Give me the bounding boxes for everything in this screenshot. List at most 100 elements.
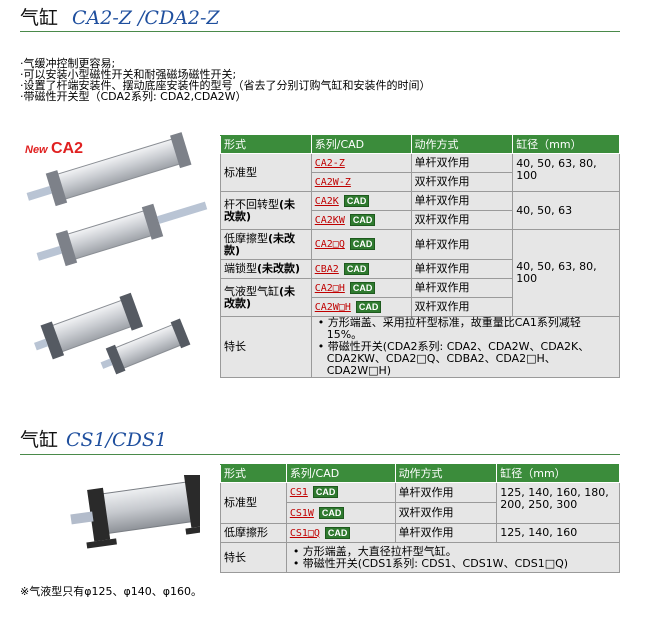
bore-cell: 40, 50, 63, 80, 100 [512,153,620,192]
features-cell: • 方形端盖、采用拉杆型标准，故重量比CA1系列减轻15%。 • 带磁性开关(C… [310,316,621,378]
cad-button[interactable]: CAD [349,213,376,226]
cad-button[interactable]: CAD [312,486,339,498]
series-link-ca2q[interactable]: CA2□Q [315,239,345,250]
cs1-cylinder-illustration [70,472,216,549]
section1-divider [20,31,620,32]
cs1-spec-table: 形式 系列/CAD 动作方式 缸径（mm） 标准型 CS1 CAD 单杆双作用 1… [220,464,621,573]
cad-button[interactable]: CAD [349,281,376,294]
type-label-note: (未 [279,284,296,298]
action-cell: 双杆双作用 [410,210,514,230]
action-cell: 单杆双作用 [394,523,498,543]
cad-button[interactable]: CAD [349,238,376,250]
series-cell: CBA2 CAD [310,259,412,279]
series-link-cs1w[interactable]: CS1W [290,508,314,519]
series-link-ca2wh[interactable]: CA2W□H [315,302,351,313]
action-cell: 单杆双作用 [394,482,498,503]
series-cell: CA2□Q CAD [310,229,412,260]
section2-title: 气缸 CS1/CDS1 [20,428,167,452]
header-bore: 缸径（mm） [496,464,620,483]
action-cell: 单杆双作用 [410,278,514,298]
bore-cell: 40, 50, 63, 80, 100 [512,229,620,317]
bore-cell: 125, 140, 160 [496,523,620,543]
table-header-row: 形式 系列/CAD 动作方式 缸径（mm） [220,464,620,483]
type-cell: 气液型气缸(未 改款) [220,278,312,317]
action-cell: 单杆双作用 [410,229,514,260]
header-series: 系列/CAD [285,464,396,483]
series-link-cs1[interactable]: CS1 [290,487,308,498]
cad-button[interactable]: CAD [355,300,382,313]
bore-cell: 125, 140, 160, 180, 200, 250, 300 [496,482,620,524]
type-label-note: 款) [224,243,241,257]
series-cell: CA2□H CAD [310,278,412,298]
type-cell: 标准型 [220,153,312,192]
features-label: 特长 [220,316,312,378]
table-row: 标准型 CS1 CAD 单杆双作用 125, 140, 160, 180, 200… [220,482,620,524]
section1-title-cn: 气缸 [20,7,59,29]
type-cell: 低摩擦形 [220,523,287,543]
section2-title-cn: 气缸 [20,429,59,451]
table-header-row: 形式 系列/CAD 动作方式 缸径（mm） [220,135,620,154]
type-label-note: (未改款) [257,262,301,275]
section2-title-model: CS1/CDS1 [66,429,167,451]
table-row: 低摩擦形 CS1□Q CAD 单杆双作用 125, 140, 160 [220,523,620,543]
action-cell: 单杆双作用 [410,191,514,211]
section2-divider [20,454,620,455]
series-link-cs1q[interactable]: CS1□Q [290,528,320,539]
type-cell: 杆不回转型(未 改款) [220,191,312,230]
features-row: 特长 • 方形端盖、采用拉杆型标准，故重量比CA1系列减轻15%。 • 带磁性开… [220,316,621,378]
type-label-note: (未改 [268,231,296,245]
cs1-product-image [30,472,216,555]
section1-title-model: CA2-Z /CDA2-Z [72,7,220,29]
cad-button[interactable]: CAD [324,526,351,539]
series-link-ca2k[interactable]: CA2K [315,196,339,207]
type-cell: 标准型 [220,482,287,524]
bore-cell: 40, 50, 63 [512,191,620,230]
series-cell: CS1 CAD [285,482,396,503]
new-label: New [25,144,48,156]
action-cell: 单杆双作用 [410,153,514,173]
header-series: 系列/CAD [310,135,412,154]
action-cell: 双杆双作用 [410,297,514,317]
series-link-ca2h[interactable]: CA2□H [315,283,345,294]
series-link-ca2-z[interactable]: CA2-Z [315,158,345,169]
action-cell: 双杆双作用 [410,172,514,192]
series-cell: CS1□Q CAD [285,523,396,543]
feature-item: • 带磁性开关(CDS1系列: CDS1、CDS1W、CDS1□Q) [292,556,569,570]
feature-item: • 带磁性开关(CDA2系列: CDA2、CDA2W、CDA2K、CDA2KW、… [317,340,590,377]
ca2-product-image: New CA2 [15,130,215,375]
series-cell: CA2K CAD [310,191,412,211]
cad-button[interactable]: CAD [343,194,370,207]
features-row: 特长 • 方形端盖，大直径拉杆型气缸。 • 带磁性开关(CDS1系列: CDS1… [220,542,621,573]
cad-button[interactable]: CAD [343,262,370,275]
table-row: 低摩擦型(未改 款) CA2□Q CAD 单杆双作用 40, 50, 63, 80,… [220,229,620,317]
series-cell: CS1W CAD [285,502,396,524]
table-row: 标准型 CA2-Z 单杆双作用 40, 50, 63, 80, 100 [220,153,620,192]
feature-item: • 方形端盖、采用拉杆型标准，故重量比CA1系列减轻15%。 [317,316,581,341]
features-label: 特长 [220,542,287,573]
series-link-ca2w-z[interactable]: CA2W-Z [315,177,351,188]
header-type: 形式 [220,464,287,483]
header-action: 动作方式 [394,464,498,483]
action-cell: 双杆双作用 [394,502,498,524]
series-cell: CA2-Z [310,153,412,173]
type-label: 标准型 [224,165,257,179]
features-cell: • 方形端盖，大直径拉杆型气缸。 • 带磁性开关(CDS1系列: CDS1、CD… [285,542,621,573]
series-link-cba2[interactable]: CBA2 [315,264,339,275]
ca2-label: CA2 [50,140,83,157]
type-cell: 端锁型(未改款) [220,259,312,279]
header-type: 形式 [220,135,312,154]
action-cell: 单杆双作用 [410,259,514,279]
cylinder-illustration [26,132,208,375]
type-label: 端锁型 [224,262,257,275]
section1-title: 气缸 CA2-Z /CDA2-Z [20,6,220,30]
section1-bullets: ·气缓冲控制更容易; ·可以安装小型磁性开关和耐强磁场磁性开关; ·设置了杆端安… [20,58,431,102]
series-cell: CA2W□H CAD [310,297,412,317]
table-row: 杆不回转型(未 改款) CA2K CAD 单杆双作用 40, 50, 63 [220,191,620,230]
new-ca2-label: New CA2 [25,140,83,158]
air-hydraulic-note: ※气液型只有φ125、φ140、φ160。 [20,585,202,598]
type-label-note: 改款) [224,296,252,310]
series-cell: CA2KW CAD [310,210,412,230]
cad-button[interactable]: CAD [318,506,345,519]
series-link-ca2kw[interactable]: CA2KW [315,215,345,226]
header-action: 动作方式 [410,135,514,154]
